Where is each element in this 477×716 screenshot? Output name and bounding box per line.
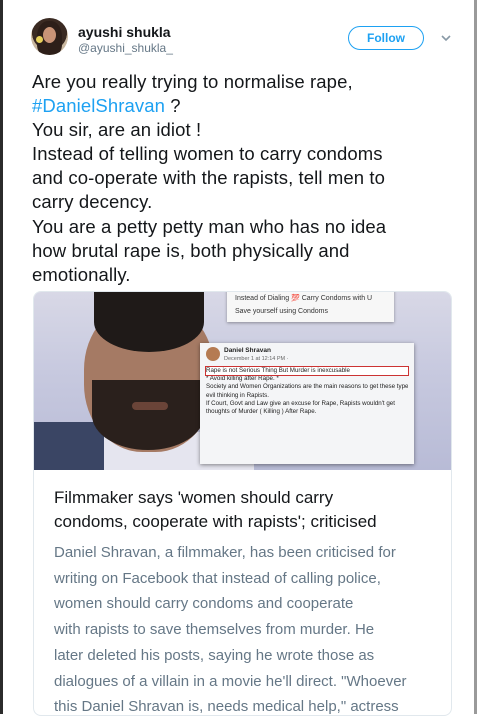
tweet-line: carry decency. [32, 191, 153, 213]
chevron-down-icon[interactable] [440, 32, 452, 44]
card-desc-line: writing on Facebook that instead of call… [54, 569, 381, 587]
tweet-header: ayushi shukla @ayushi_shukla_ Follow [0, 0, 477, 66]
hashtag-link[interactable]: #DanielShravan [32, 95, 165, 116]
screenshot-facebook-post: Daniel Shravan December 1 at 12:14 PM · … [200, 343, 414, 464]
user-handle[interactable]: @ayushi_shukla_ [78, 41, 173, 55]
fb-post-body: Rape is not Serious Thing But Murder is … [205, 365, 409, 416]
avatar-face [43, 27, 56, 43]
tweet-line: You are a petty petty man who has no ide… [32, 215, 387, 237]
snippet-line: Save yourself using Condoms [235, 308, 328, 315]
window-edge-left [0, 0, 3, 714]
card-description: Daniel Shravan, a filmmaker, has been cr… [54, 540, 439, 716]
card-desc-line: women should carry condoms and cooperate [54, 595, 354, 613]
tweet-line: #DanielShravan ? [32, 94, 452, 118]
card-image[interactable]: Instead of Dialing 💯 Carry Condoms with … [34, 292, 451, 470]
tweet-line: and co-operate with the rapists, tell me… [32, 167, 385, 189]
person-mouth [132, 402, 168, 410]
avatar[interactable] [31, 18, 68, 55]
tweet-line: You sir, are an idiot ! [32, 119, 202, 141]
fb-line: Rape is not Serious Thing But Murder is … [205, 365, 409, 377]
link-card[interactable]: Instead of Dialing 💯 Carry Condoms with … [33, 291, 452, 716]
tweet-text: Are you really trying to normalise rape,… [32, 70, 452, 287]
card-desc-line: with rapists to save themselves from mur… [54, 621, 375, 639]
card-title-line: Filmmaker says 'women should carry [54, 488, 334, 507]
tweet-line: how brutal rape is, both physically and [32, 239, 350, 261]
avatar-flower [36, 36, 43, 43]
card-desc-line: dialogues of a villain in a movie he'll … [54, 672, 407, 690]
user-name[interactable]: ayushi shukla [78, 24, 171, 40]
fb-line: evil thinking in Rapists. [206, 391, 269, 399]
card-title[interactable]: Filmmaker says 'women should carry condo… [54, 486, 439, 534]
fb-line: If Court, Govt and Law give an excuse fo… [206, 399, 395, 407]
fb-avatar [206, 347, 220, 361]
person-hair [94, 292, 204, 352]
fb-line: thoughts of Murder ( Killing ) After Rap… [206, 408, 317, 416]
tweet-line: Instead of telling women to carry condom… [32, 143, 383, 165]
card-desc-line: this Daniel Shravan is, needs medical he… [54, 698, 399, 716]
snippet-line: Instead of Dialing 💯 Carry Condoms with … [235, 295, 373, 302]
person-blazer [34, 422, 104, 470]
tweet-line: Are you really trying to normalise rape, [32, 71, 353, 92]
fb-line: * Avoid killing after Rape. * [206, 375, 279, 383]
screenshot-snippet-top: Instead of Dialing 💯 Carry Condoms with … [227, 292, 394, 322]
fb-line: Society and Women Organizations are the … [206, 383, 408, 391]
fb-post-date: December 1 at 12:14 PM · [224, 356, 289, 362]
card-title-line: condoms, cooperate with rapists'; critic… [54, 512, 377, 531]
tweet-line: emotionally. [32, 263, 131, 285]
tweet-line-suffix: ? [165, 95, 181, 117]
card-desc-line: Daniel Shravan, a filmmaker, has been cr… [54, 544, 396, 561]
fb-author-name: Daniel Shravan [224, 347, 271, 354]
person-beard [92, 380, 204, 450]
card-desc-line: later deleted his posts, saying he wrote… [54, 646, 375, 664]
follow-button[interactable]: Follow [348, 26, 424, 50]
